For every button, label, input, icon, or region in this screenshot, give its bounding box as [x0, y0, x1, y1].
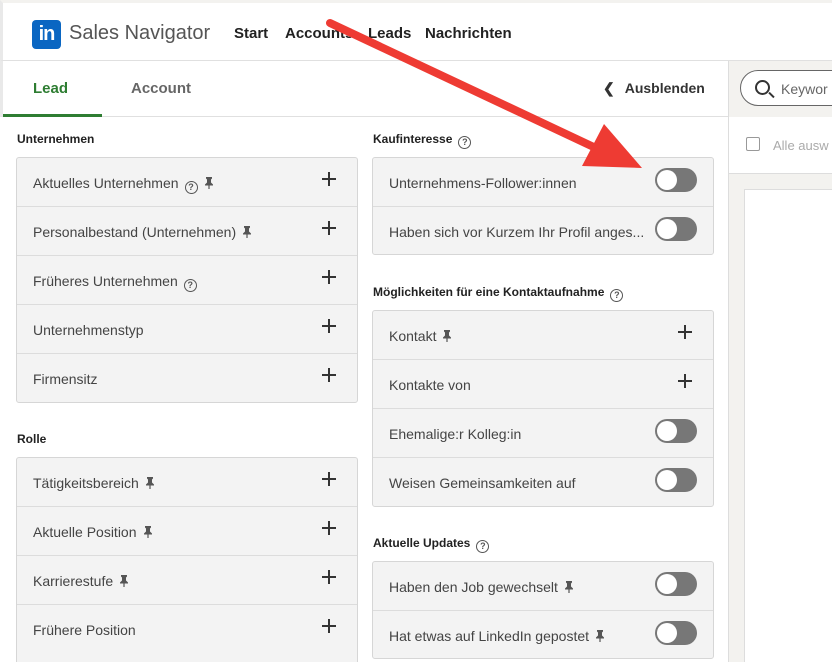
filter-label: Firmensitz — [33, 371, 98, 387]
nav-accounts[interactable]: Accounts — [285, 25, 353, 42]
section-title-company: Unternehmen — [17, 132, 95, 146]
filter-connection[interactable]: Kontakt — [373, 311, 713, 360]
help-icon[interactable]: ? — [610, 289, 624, 302]
brand-name[interactable]: Sales Navigator — [69, 22, 210, 45]
top-navigation-bar: in Sales Navigator Start Accounts Leads … — [0, 0, 832, 61]
help-icon[interactable]: ? — [184, 181, 198, 194]
filter-past-company[interactable]: Früheres Unternehmen? — [17, 256, 357, 305]
linkedin-logo[interactable]: in — [32, 20, 61, 49]
add-plus-icon[interactable] — [321, 318, 337, 334]
pin-icon[interactable] — [595, 630, 605, 642]
section-title-best-path: Möglichkeiten für eine Kontaktaufnahme? — [373, 285, 624, 302]
add-plus-icon[interactable] — [321, 220, 337, 236]
filter-past-title[interactable]: Frühere Position — [17, 605, 357, 654]
filter-changed-jobs[interactable]: Haben den Job gewechselt — [373, 562, 713, 611]
filter-label: Personalbestand (Unternehmen) — [33, 224, 237, 240]
add-plus-icon[interactable] — [321, 269, 337, 285]
add-plus-icon[interactable] — [321, 171, 337, 187]
filter-past-colleague[interactable]: Ehemalige:r Kolleg:in — [373, 409, 713, 458]
filter-company-type[interactable]: Unternehmenstyp — [17, 305, 357, 354]
filter-label: Haben sich vor Kurzem Ihr Profil anges..… — [389, 224, 645, 240]
pin-icon[interactable] — [119, 575, 129, 587]
tab-lead[interactable]: Lead — [33, 80, 68, 97]
filter-label: Weisen Gemeinsamkeiten auf — [389, 475, 576, 491]
nav-start[interactable]: Start — [234, 25, 268, 42]
filter-seniority[interactable]: Karrierestufe — [17, 556, 357, 605]
filter-label: Aktuelles Unternehmen — [33, 175, 179, 191]
add-plus-icon[interactable] — [321, 520, 337, 536]
section-title-recent-updates: Aktuelle Updates? — [373, 536, 490, 553]
section-title-text: Kaufinteresse — [373, 132, 453, 146]
toggle-switch[interactable] — [655, 621, 697, 645]
filter-current-company[interactable]: Aktuelles Unternehmen? — [17, 158, 357, 207]
filter-label: Kontakte von — [389, 377, 471, 393]
toggle-switch[interactable] — [655, 217, 697, 241]
toggle-switch[interactable] — [655, 468, 697, 492]
tab-account[interactable]: Account — [131, 80, 191, 97]
filter-label: Hat etwas auf LinkedIn gepostet — [389, 628, 590, 644]
pin-icon[interactable] — [204, 177, 214, 189]
help-icon[interactable]: ? — [458, 136, 472, 149]
filter-label: Karrierestufe — [33, 573, 114, 589]
filter-connections-of[interactable]: Kontakte von — [373, 360, 713, 409]
filter-function[interactable]: Tätigkeitsbereich — [17, 458, 357, 507]
filter-headcount[interactable]: Personalbestand (Unternehmen) — [17, 207, 357, 256]
toggle-switch[interactable] — [655, 419, 697, 443]
search-icon — [755, 80, 770, 95]
filter-label: Unternehmenstyp — [33, 322, 144, 338]
filter-headquarters[interactable]: Firmensitz — [17, 354, 357, 402]
filter-label: Ehemalige:r Kolleg:in — [389, 426, 522, 442]
filter-label: Unternehmens-Follower:innen — [389, 175, 577, 191]
pin-icon[interactable] — [143, 526, 153, 538]
filter-label: Frühere Position — [33, 622, 136, 638]
add-plus-icon[interactable] — [677, 324, 693, 340]
filter-label: Haben den Job gewechselt — [389, 579, 558, 595]
add-plus-icon[interactable] — [321, 367, 337, 383]
add-plus-icon[interactable] — [321, 569, 337, 585]
search-placeholder: Keywor — [781, 81, 828, 97]
filter-label: Tätigkeitsbereich — [33, 475, 139, 491]
keyword-search-input[interactable]: Keywor — [740, 70, 832, 106]
select-all-checkbox[interactable] — [746, 137, 760, 151]
help-icon[interactable]: ? — [183, 279, 197, 292]
section-title-role: Rolle — [17, 432, 47, 446]
filter-label: Aktuelle Position — [33, 524, 137, 540]
active-tab-indicator — [3, 114, 102, 117]
filter-label: Kontakt — [389, 328, 437, 344]
hide-label: Ausblenden — [624, 80, 705, 96]
filter-posted-on-linkedin[interactable]: Hat etwas auf LinkedIn gepostet — [373, 611, 713, 658]
pin-icon[interactable] — [564, 581, 574, 593]
pin-icon[interactable] — [442, 330, 452, 342]
company-filter-group: Aktuelles Unternehmen? Personalbestand (… — [16, 157, 358, 403]
toggle-switch[interactable] — [655, 168, 697, 192]
help-icon[interactable]: ? — [476, 540, 490, 553]
role-filter-group: Tätigkeitsbereich Aktuelle Position Karr… — [16, 457, 358, 662]
buyer-intent-group: Unternehmens-Follower:innen Haben sich v… — [372, 157, 714, 255]
filter-company-followers[interactable]: Unternehmens-Follower:innen — [373, 158, 713, 207]
filter-viewed-profile[interactable]: Haben sich vor Kurzem Ihr Profil anges..… — [373, 207, 713, 254]
chevron-left-icon: ❮ — [603, 80, 615, 96]
filter-label: Früheres Unternehmen — [33, 273, 178, 289]
filter-shared-experiences[interactable]: Weisen Gemeinsamkeiten auf — [373, 458, 713, 506]
add-plus-icon[interactable] — [321, 618, 337, 634]
section-title-buyer-intent: Kaufinteresse? — [373, 132, 472, 149]
pin-icon[interactable] — [242, 226, 252, 238]
recent-updates-group: Haben den Job gewechselt Hat etwas auf L… — [372, 561, 714, 659]
results-card — [744, 189, 832, 662]
toggle-switch[interactable] — [655, 572, 697, 596]
section-title-text: Möglichkeiten für eine Kontaktaufnahme — [373, 285, 605, 299]
filter-current-title[interactable]: Aktuelle Position — [17, 507, 357, 556]
nav-messages[interactable]: Nachrichten — [425, 25, 512, 42]
filter-tabs: Lead Account ❮ Ausblenden — [0, 61, 728, 117]
pin-icon[interactable] — [145, 477, 155, 489]
best-path-group: Kontakt Kontakte von Ehemalige:r Kolleg:… — [372, 310, 714, 507]
add-plus-icon[interactable] — [677, 373, 693, 389]
nav-leads[interactable]: Leads — [368, 25, 411, 42]
add-plus-icon[interactable] — [321, 471, 337, 487]
hide-filters-button[interactable]: ❮ Ausblenden — [603, 80, 705, 97]
select-all-label: Alle ausw — [773, 138, 829, 153]
section-title-text: Aktuelle Updates — [373, 536, 471, 550]
